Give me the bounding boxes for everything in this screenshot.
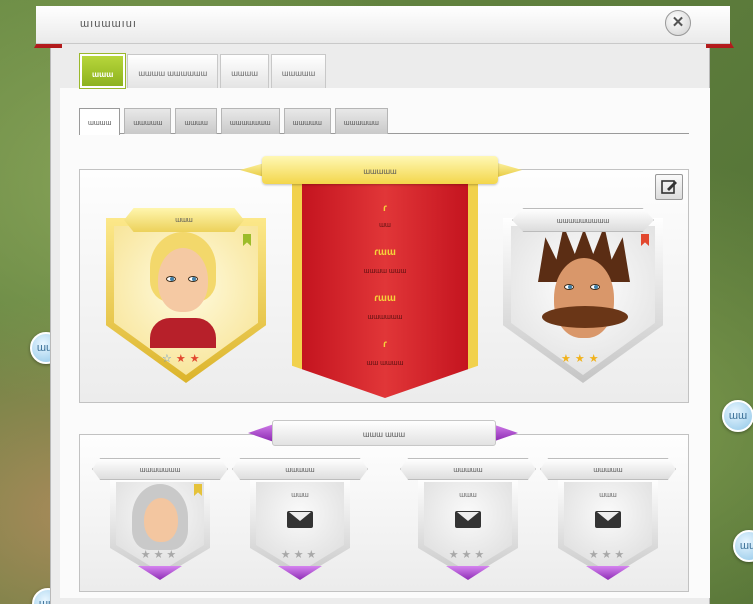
main-tabs: ɯɯɯ ɯɯɯɯ ɯɯɯɯɯɯ ɯɯɯɯ ɯɯɯɯɯ	[78, 53, 327, 89]
child-name-plate: ɯɯɯɯɯ	[400, 458, 536, 480]
star-icon: ★	[175, 353, 190, 365]
left-eye	[564, 284, 574, 290]
child-stars: ★★★	[448, 549, 488, 561]
child-stars: ★★★	[140, 549, 180, 561]
sub-tab-4[interactable]: ɯɯɯɯɯɯɯ	[220, 108, 280, 134]
right-eye	[188, 276, 198, 282]
main-tab-1[interactable]: ɯɯɯ	[78, 53, 127, 89]
mustache	[542, 306, 628, 328]
sub-tab-5[interactable]: ɯɯɯɯɯ	[283, 108, 331, 134]
banner-title: ɯɯɯɯɯ	[262, 156, 498, 184]
main-tab-2[interactable]: ɯɯɯɯ ɯɯɯɯɯɯ	[127, 54, 219, 88]
left-eye	[166, 276, 176, 282]
window-title: ɯıuɯɯıuı	[80, 18, 137, 30]
child-name-plate: ɯɯɯɯɯ	[232, 458, 368, 480]
star-icon: ★	[574, 353, 589, 365]
banner-line-3: ɾɯɯ	[374, 247, 396, 258]
slot-sub-label: ɯɯɯ	[599, 492, 617, 499]
right-stars: ★★★	[561, 352, 603, 365]
sub-tabs: ɯɯɯɯ ɯɯɯɯɯ ɯɯɯɯ ɯɯɯɯɯɯɯ ɯɯɯɯɯ ɯɯɯɯɯɯ	[79, 108, 689, 135]
left-stars: ☆★★	[162, 352, 204, 365]
main-tab-3[interactable]: ɯɯɯɯ	[220, 54, 269, 88]
slot-sub-label: ɯɯɯ	[459, 492, 477, 499]
child-stars: ★★★	[588, 549, 628, 561]
banner-line-5: ɾɯɯ	[374, 293, 396, 304]
children-banner-title: ɯɯɯ ɯɯɯ	[272, 420, 496, 446]
star-icon: ★	[189, 353, 204, 365]
title-bar	[36, 6, 730, 44]
close-button[interactable]: ✕	[665, 10, 691, 36]
banner-line-8: ɯɯ ɯɯɯɯ	[366, 360, 404, 367]
female-shirt	[150, 318, 216, 348]
mail-icon[interactable]	[595, 511, 621, 528]
right-name-plate: ɯɯɯɯɯɯɯɯɯ	[512, 208, 654, 232]
banner-line-1: ɾ	[383, 203, 387, 214]
sub-tab-2[interactable]: ɯɯɯɯɯ	[124, 108, 172, 134]
star-icon: ★	[561, 353, 575, 365]
child-name-plate: ɯɯɯɯɯ	[540, 458, 676, 480]
main-tab-4[interactable]: ɯɯɯɯɯ	[270, 54, 327, 88]
edit-button[interactable]	[655, 174, 683, 200]
child-face	[144, 498, 178, 542]
sub-tab-3[interactable]: ɯɯɯɯ	[175, 108, 217, 134]
close-icon: ✕	[671, 14, 685, 31]
mail-icon[interactable]	[455, 511, 481, 528]
child-stars: ★★★	[280, 549, 320, 561]
star-icon: ☆	[162, 353, 176, 365]
right-eye	[590, 284, 600, 290]
edit-icon	[661, 180, 677, 194]
sub-tab-1[interactable]: ɯɯɯɯ	[79, 108, 121, 135]
left-name-plate: ɯɯɯ	[124, 208, 244, 232]
banner-line-4: ɯɯɯɯ ɯɯɯ	[363, 268, 407, 275]
slot-sub-label: ɯɯɯ	[291, 492, 309, 499]
banner-line-7: ɾ	[383, 339, 387, 350]
banner-line-2: ɯɯ	[379, 222, 391, 229]
banner-line-6: ɯɯɯɯɯɯ	[367, 314, 403, 321]
child-name-plate: ɯɯɯɯɯɯɯ	[92, 458, 228, 480]
sub-tab-6[interactable]: ɯɯɯɯɯɯ	[334, 108, 388, 134]
right-side-bubble[interactable]: ɯɯ	[722, 400, 753, 432]
mail-icon[interactable]	[287, 511, 313, 528]
star-icon: ★	[588, 353, 603, 365]
